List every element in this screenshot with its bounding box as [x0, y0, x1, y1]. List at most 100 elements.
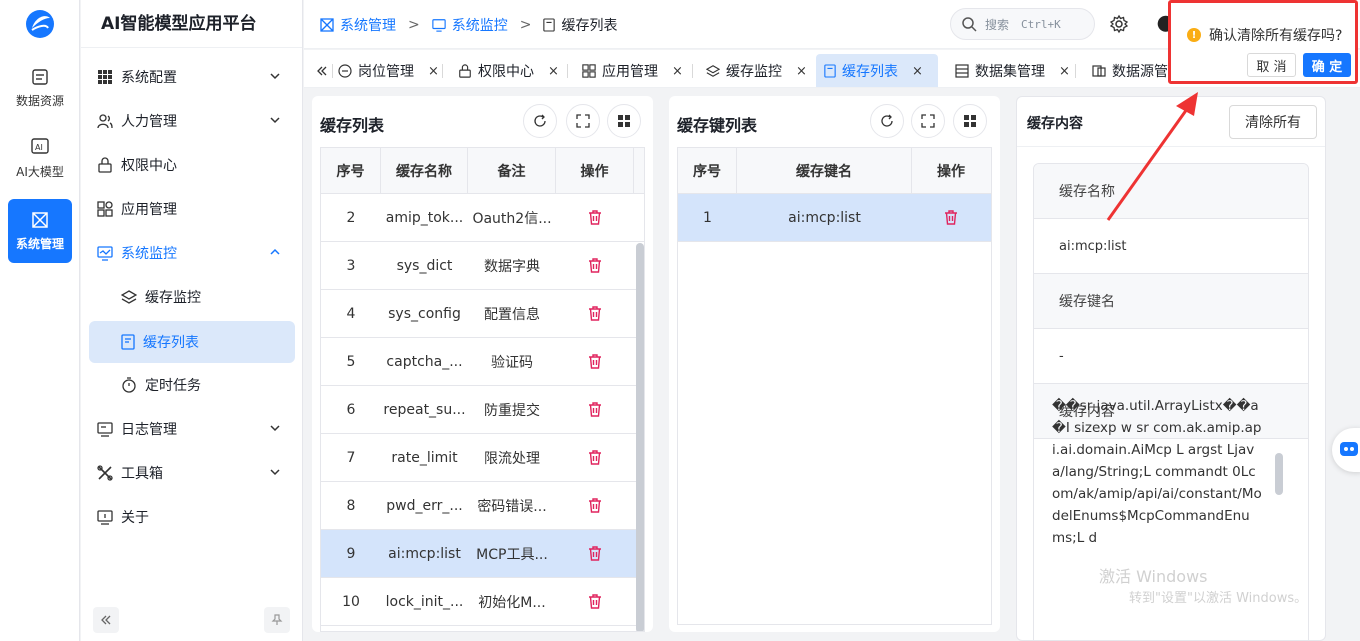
tab-dataset[interactable]: 数据集管理 × — [947, 54, 1078, 87]
clear-all-button[interactable]: 清除所有 — [1229, 105, 1317, 139]
users-icon — [97, 113, 113, 129]
menu-system-config[interactable]: 系统配置 — [89, 56, 295, 98]
document-icon — [543, 17, 556, 32]
table-header: 序号 缓存键名 操作 — [678, 148, 991, 194]
table-row[interactable]: 5 captcha_... 验证码 — [321, 338, 644, 386]
delete-trash-icon[interactable] — [556, 434, 634, 481]
confirm-button[interactable]: 确 定 — [1303, 53, 1351, 77]
app-rail: 数据资源 AI AI大模型 系统管理 — [0, 0, 80, 641]
columns-setting-button[interactable] — [953, 104, 987, 138]
cache-remark: 配置信息 — [484, 306, 540, 323]
cancel-button[interactable]: 取 消 — [1247, 53, 1296, 77]
tab-label: 数据集管理 — [975, 64, 1045, 80]
tab-label: 应用管理 — [602, 64, 658, 80]
table-icon — [955, 64, 969, 78]
app-logo[interactable] — [24, 8, 56, 40]
brand-title: AI智能模型应用平台 — [81, 0, 302, 48]
rail-item-system[interactable]: 系统管理 — [8, 199, 72, 263]
table-row[interactable]: 6 repeat_su... 防重提交 — [321, 386, 644, 434]
key-list-card: 缓存键列表 序号 缓存键名 操作 1 ai:mcp:list — [669, 96, 1000, 632]
watermark-line: 激活 Windows — [1099, 567, 1208, 586]
table-row[interactable]: 2 amip_tok... Oauth2信... — [321, 194, 644, 242]
refresh-button[interactable] — [523, 104, 557, 138]
apps-icon — [97, 201, 113, 217]
tab-cache-list[interactable]: 缓存列表 × — [816, 54, 938, 87]
tab-permission[interactable]: 权限中心 × — [450, 54, 567, 87]
warning-icon: ! — [1187, 28, 1201, 42]
delete-trash-icon[interactable] — [556, 242, 634, 289]
cache-name: ai:mcp:list — [388, 545, 461, 562]
search-input[interactable]: 搜索 Ctrl+K — [950, 8, 1095, 40]
delete-trash-icon[interactable] — [556, 386, 634, 433]
breadcrumb: 系统管理 > 系统监控 > 缓存列表 — [320, 0, 617, 49]
cache-remark: 限流处理 — [484, 450, 540, 467]
tab-close-icon[interactable]: × — [672, 64, 683, 79]
field-value: - — [1034, 329, 1308, 384]
delete-trash-icon[interactable] — [912, 194, 990, 241]
robot-icon — [1338, 438, 1360, 460]
breadcrumb-item[interactable]: 系统管理 — [340, 15, 396, 35]
delete-trash-icon[interactable] — [556, 482, 634, 529]
pin-sidebar-button[interactable] — [264, 607, 290, 633]
table-row[interactable]: 10 lock_init_... 初始化M... — [321, 578, 644, 626]
settings-gear-icon[interactable] — [1109, 14, 1129, 34]
delete-trash-icon[interactable] — [556, 194, 634, 241]
table-scrollbar[interactable] — [636, 243, 644, 631]
tab-close-icon[interactable]: × — [912, 64, 923, 79]
tab-close-icon[interactable]: × — [428, 64, 439, 79]
menu-cache-monitor[interactable]: 缓存监控 — [89, 276, 295, 318]
tab-cache-monitor[interactable]: 缓存监控 × — [698, 54, 815, 87]
refresh-button[interactable] — [870, 104, 904, 138]
table-row[interactable]: 4 sys_config 配置信息 — [321, 290, 644, 338]
column-header: 序号 — [321, 148, 381, 193]
tab-post[interactable]: 岗位管理 × — [330, 54, 447, 87]
search-icon — [961, 16, 977, 32]
detail-title: 缓存内容 — [1027, 116, 1083, 132]
chevron-down-icon — [269, 114, 281, 126]
content-scrollbar[interactable] — [1275, 453, 1283, 495]
fullscreen-button[interactable] — [566, 104, 600, 138]
column-header: 操作 — [556, 148, 634, 193]
columns-setting-button[interactable] — [607, 104, 641, 138]
menu-monitor[interactable]: 系统监控 — [89, 232, 295, 274]
row-index: 9 — [346, 545, 356, 562]
tools-icon — [97, 465, 113, 481]
delete-trash-icon[interactable] — [556, 338, 634, 385]
delete-trash-icon[interactable] — [556, 578, 634, 625]
delete-trash-icon[interactable] — [556, 290, 634, 337]
table-row[interactable]: 1 ai:mcp:list — [678, 194, 991, 242]
chevron-down-icon — [269, 70, 281, 82]
table-row[interactable]: 9 ai:mcp:list MCP工具... — [321, 530, 644, 578]
fullscreen-button[interactable] — [911, 104, 945, 138]
menu-permission[interactable]: 权限中心 — [89, 144, 295, 186]
menu-about[interactable]: 关于 — [89, 496, 295, 538]
rail-item-ai-model[interactable]: AI AI大模型 — [8, 126, 72, 190]
table-row[interactable]: 8 pwd_err_... 密码错误... — [321, 482, 644, 530]
sidebar-footer — [89, 607, 294, 635]
tab-close-icon[interactable]: × — [1059, 64, 1070, 79]
menu-hr[interactable]: 人力管理 — [89, 100, 295, 142]
menu-log[interactable]: 日志管理 — [89, 408, 295, 450]
menu-cache-list[interactable]: 缓存列表 — [89, 321, 295, 363]
rail-label: 系统管理 — [15, 236, 64, 251]
assistant-float-button[interactable] — [1332, 428, 1360, 472]
double-chevron-left-icon — [100, 614, 112, 626]
monitor-icon — [97, 245, 113, 261]
menu-label: 应用管理 — [121, 202, 177, 218]
table-row[interactable]: 7 rate_limit 限流处理 — [321, 434, 644, 482]
menu-app[interactable]: 应用管理 — [89, 188, 295, 230]
datasource-icon — [1092, 64, 1106, 78]
tab-close-icon[interactable]: × — [796, 64, 807, 79]
row-index: 8 — [346, 497, 356, 514]
watermark-line: 转到"设置"以激活 Windows。 — [1129, 591, 1308, 606]
menu-timer[interactable]: 定时任务 — [89, 364, 295, 406]
tab-app[interactable]: 应用管理 × — [574, 54, 691, 87]
tab-label: 缓存监控 — [726, 64, 782, 80]
rail-item-data-resource[interactable]: 数据资源 — [8, 56, 72, 120]
breadcrumb-item[interactable]: 系统监控 — [452, 15, 508, 35]
delete-trash-icon[interactable] — [556, 530, 634, 577]
table-row[interactable]: 3 sys_dict 数据字典 — [321, 242, 644, 290]
tab-close-icon[interactable]: × — [548, 64, 559, 79]
collapse-sidebar-button[interactable] — [93, 607, 119, 633]
menu-toolbox[interactable]: 工具箱 — [89, 452, 295, 494]
